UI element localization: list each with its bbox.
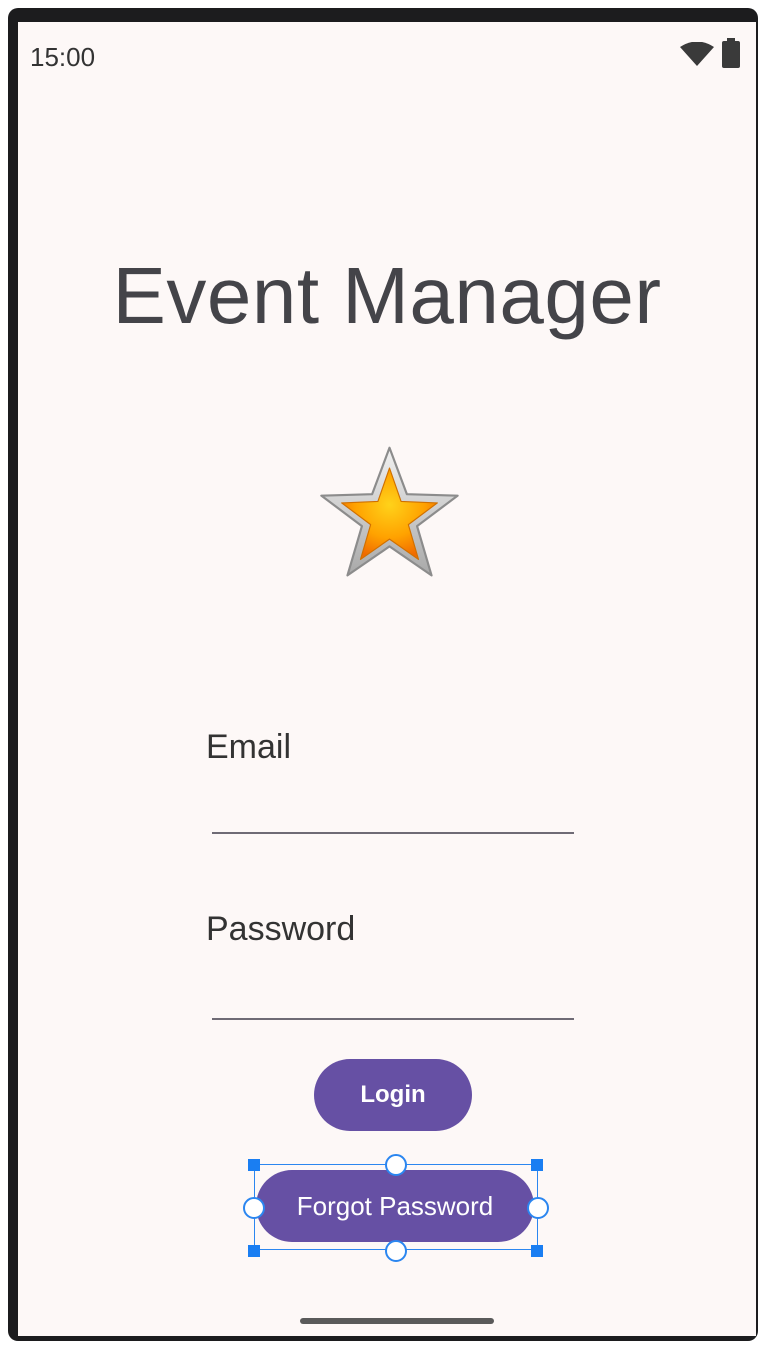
wifi-icon: [680, 42, 714, 66]
device-frame: 15:00 Event Manager Email Password Login…: [8, 8, 758, 1341]
star-icon: [320, 446, 459, 577]
app-title: Event Manager: [112, 251, 662, 340]
constraint-handle-bottom[interactable]: [385, 1240, 407, 1262]
battery-icon: [722, 38, 740, 68]
status-bar: 15:00: [18, 22, 756, 82]
app-screen: 15:00 Event Manager Email Password Login…: [18, 22, 756, 1336]
resize-handle-top-right[interactable]: [531, 1159, 543, 1171]
password-label: Password: [206, 910, 356, 948]
constraint-handle-top[interactable]: [385, 1154, 407, 1176]
login-button[interactable]: Login: [314, 1059, 472, 1131]
forgot-password-button[interactable]: Forgot Password: [256, 1170, 534, 1242]
resize-handle-top-left[interactable]: [248, 1159, 260, 1171]
status-time: 15:00: [30, 42, 96, 72]
password-field[interactable]: [212, 960, 574, 1020]
resize-handle-bottom-left[interactable]: [248, 1245, 260, 1257]
constraint-handle-right[interactable]: [527, 1197, 549, 1219]
email-label: Email: [206, 728, 292, 766]
resize-handle-bottom-right[interactable]: [531, 1245, 543, 1257]
constraint-handle-left[interactable]: [243, 1197, 265, 1219]
home-indicator[interactable]: [300, 1318, 494, 1324]
email-field[interactable]: [212, 774, 574, 834]
